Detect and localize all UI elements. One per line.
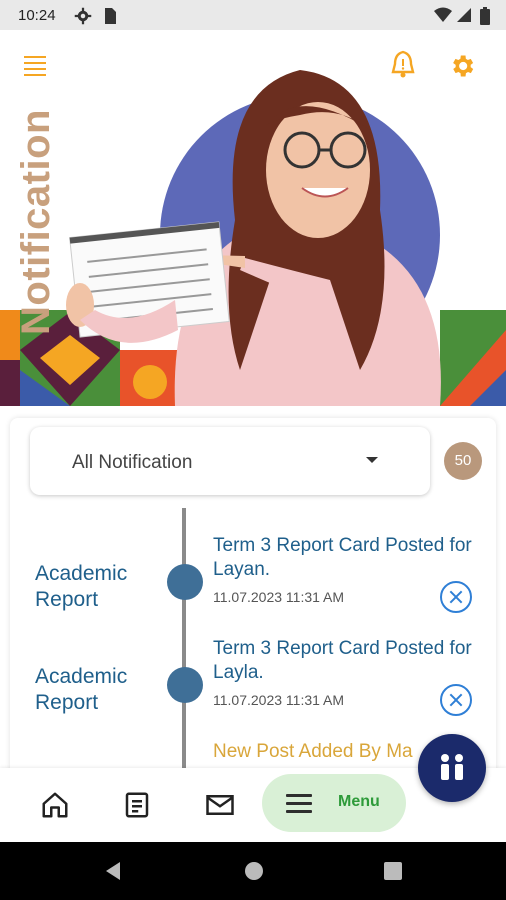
menu-icon: [286, 794, 312, 818]
hero-illustration: [0, 70, 506, 410]
document-icon[interactable]: [122, 790, 152, 820]
notification-count-badge: 50: [444, 442, 482, 480]
recents-icon[interactable]: [384, 862, 402, 885]
status-bar: 10:24: [0, 0, 506, 30]
menu-button[interactable]: Menu: [262, 774, 406, 832]
back-icon[interactable]: [103, 861, 123, 886]
system-navigation-bar: [0, 842, 506, 900]
item-timestamp: 11.07.2023 11:31 AM: [213, 692, 345, 708]
page-title: Notification: [14, 109, 58, 335]
timeline-dot: [167, 564, 203, 600]
notification-filter-dropdown[interactable]: All Notification: [30, 427, 430, 495]
signal-icon: [456, 7, 472, 28]
side-menu-icon[interactable]: [24, 56, 46, 80]
item-title[interactable]: Term 3 Report Card Posted for Layla.: [213, 637, 478, 685]
dismiss-close-icon[interactable]: [440, 581, 472, 613]
family-fab-button[interactable]: [418, 734, 486, 802]
notification-panel: All Notification 50 Academic Report Term…: [10, 418, 496, 788]
gear-icon[interactable]: [448, 52, 476, 85]
home-circle-icon[interactable]: [244, 861, 264, 886]
home-icon[interactable]: [40, 790, 70, 820]
caret-down-icon: [366, 457, 378, 463]
battery-icon: [480, 7, 490, 30]
menu-label: Menu: [338, 793, 380, 810]
item-title[interactable]: Term 3 Report Card Posted for Layan.: [213, 534, 478, 582]
item-category: Academic Report: [35, 665, 128, 714]
timeline-line: [182, 508, 186, 788]
sim-card-icon: [102, 7, 118, 30]
wifi-icon: [434, 7, 452, 28]
timeline-dot: [167, 667, 203, 703]
filter-selected-value: All Notification: [72, 452, 193, 473]
item-category: Academic Report: [35, 562, 128, 611]
hero-banner: Notification: [0, 30, 506, 410]
family-icon: [441, 754, 463, 780]
item-timestamp: 11.07.2023 11:31 AM: [213, 589, 345, 605]
settings-status-icon: [74, 7, 92, 30]
mail-icon[interactable]: [205, 790, 235, 820]
bell-icon[interactable]: [390, 50, 416, 83]
item-title[interactable]: New Post Added By Ma: [213, 740, 423, 764]
dismiss-close-icon[interactable]: [440, 684, 472, 716]
status-time: 10:24: [18, 7, 56, 24]
